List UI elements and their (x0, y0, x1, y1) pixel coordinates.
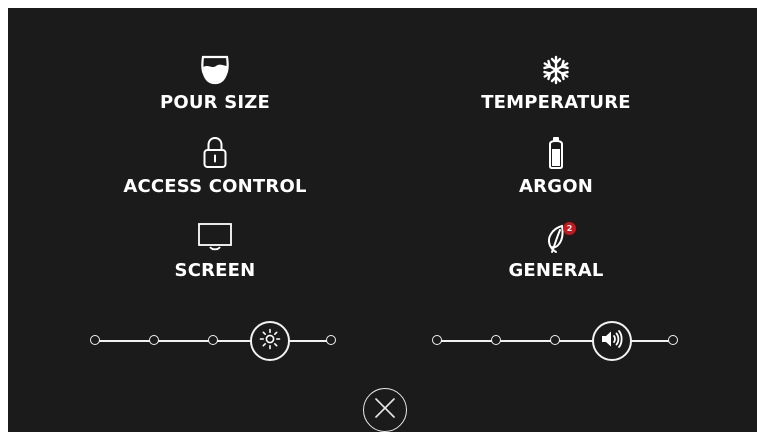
slider-step-2[interactable] (149, 335, 159, 345)
slider-step-1[interactable] (90, 335, 100, 345)
menu-item-label: GENERAL (508, 260, 604, 281)
slider-step-3[interactable] (550, 335, 560, 345)
speaker-icon (600, 328, 624, 354)
menu-item-label: POUR SIZE (159, 92, 271, 113)
menu-item-screen[interactable]: SCREEN (85, 220, 345, 281)
slider-step-2[interactable] (491, 335, 501, 345)
menu-item-label: ARGON (519, 176, 593, 197)
wine-glass-icon (85, 52, 345, 86)
brightness-slider[interactable] (90, 321, 340, 361)
slider-step-1[interactable] (432, 335, 442, 345)
settings-screen: POUR SIZE TEMPERATURE ACCESS CONTROL ARG… (8, 8, 757, 432)
menu-item-argon[interactable]: ARGON (426, 136, 686, 197)
close-button[interactable] (363, 388, 407, 432)
slider-knob[interactable] (592, 321, 632, 361)
menu-item-label: TEMPERATURE (481, 92, 631, 113)
padlock-icon (85, 136, 345, 170)
slider-knob[interactable] (250, 321, 290, 361)
slider-step-5[interactable] (668, 335, 678, 345)
menu-item-temperature[interactable]: TEMPERATURE (426, 52, 686, 113)
menu-item-label: SCREEN (174, 260, 256, 281)
menu-item-general[interactable]: 2 GENERAL (426, 220, 686, 281)
menu-item-label: ACCESS CONTROL (123, 176, 307, 197)
notification-badge: 2 (563, 222, 576, 235)
slider-step-3[interactable] (208, 335, 218, 345)
sun-icon (259, 328, 281, 354)
volume-slider[interactable] (432, 321, 682, 361)
slider-step-5[interactable] (326, 335, 336, 345)
leaf-icon: 2 (426, 220, 686, 254)
gas-cylinder-icon (426, 136, 686, 170)
menu-item-pour-size[interactable]: POUR SIZE (85, 52, 345, 113)
snowflake-icon (426, 52, 686, 86)
close-x-icon (373, 396, 397, 424)
menu-item-access-control[interactable]: ACCESS CONTROL (85, 136, 345, 197)
monitor-icon (85, 220, 345, 254)
